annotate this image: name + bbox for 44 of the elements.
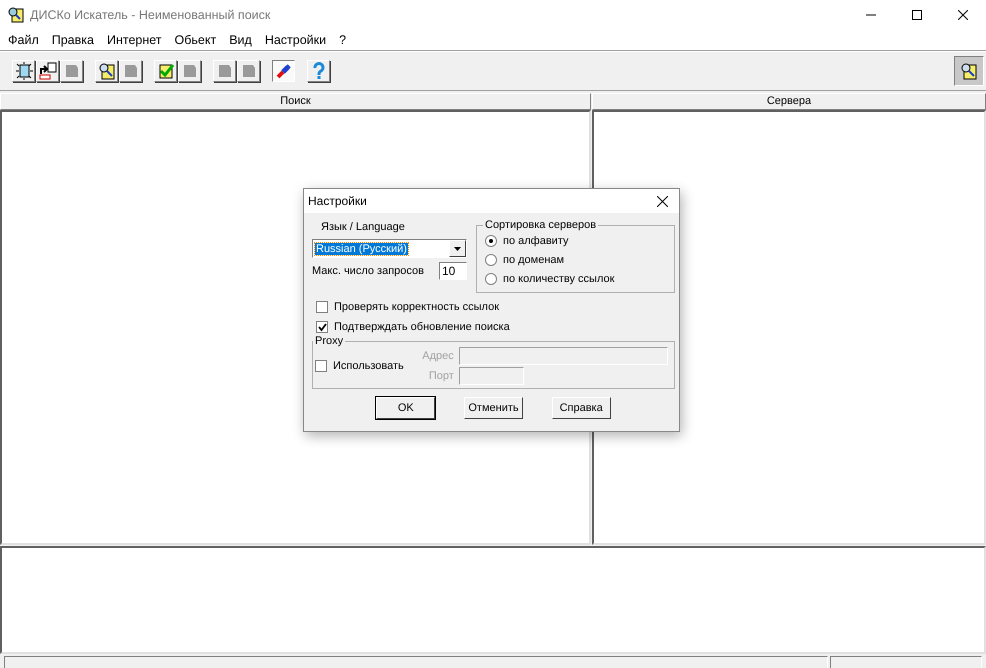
group-title: Proxy	[314, 335, 344, 347]
checkbox[interactable]	[316, 321, 328, 333]
export-icon	[38, 62, 56, 80]
radio-button[interactable]	[485, 272, 497, 284]
dialog-button[interactable]: Отменить	[464, 397, 523, 419]
window-title: ДИСКо Искатель - Неименованный поиск	[30, 8, 270, 22]
toolbar-button[interactable]	[272, 60, 295, 82]
toolbar-button[interactable]	[954, 56, 984, 86]
menu-item[interactable]: Интернет	[100, 33, 169, 47]
radio-button[interactable]	[485, 254, 497, 266]
new-document-icon	[14, 62, 32, 80]
checkbox[interactable]	[316, 301, 328, 313]
field-label: Макс. число запросов	[312, 265, 424, 277]
checkbox-label: Проверять корректность ссылок	[334, 301, 500, 313]
dialog-button[interactable]: OK	[376, 397, 436, 419]
caret-icon	[454, 246, 461, 250]
option-label: по количеству ссылок	[503, 272, 614, 284]
field-label: Адрес	[421, 350, 454, 362]
dropdown-button[interactable]	[449, 240, 466, 257]
checkbox-label: Подтверждать обновление поиска	[334, 321, 510, 333]
dialog-title: Настройки	[308, 194, 367, 208]
menu-item[interactable]: Правка	[46, 33, 101, 47]
close-icon[interactable]	[657, 196, 668, 206]
menu-item[interactable]: Файл	[2, 33, 46, 47]
menu-item[interactable]: Вид	[223, 33, 259, 47]
checkbox-label: Использовать	[333, 360, 404, 372]
plug-icon	[274, 62, 292, 80]
app-icon	[8, 7, 24, 23]
column-header[interactable]: Поиск	[0, 93, 591, 110]
dialog-button[interactable]: Справка	[552, 397, 611, 419]
field-label: Порт	[428, 370, 454, 382]
maximize-icon[interactable]	[912, 10, 922, 20]
menu-item[interactable]: ?	[333, 33, 354, 47]
language-dropdown[interactable]: Russian (Русский)	[312, 239, 467, 258]
menu-item[interactable]: Настройки	[258, 33, 334, 47]
radio-button[interactable]	[485, 234, 497, 246]
menu-item[interactable]: Обьект	[168, 33, 224, 47]
option-label: по доменам	[503, 254, 564, 266]
close-icon[interactable]	[958, 10, 968, 20]
column-header[interactable]: Сервера	[592, 93, 986, 110]
field-label: Язык / Language	[320, 221, 406, 233]
option-label: по алфавиту	[503, 234, 568, 246]
group-title: Сортировка серверов	[484, 219, 598, 231]
input-field[interactable]: 10	[439, 262, 467, 280]
